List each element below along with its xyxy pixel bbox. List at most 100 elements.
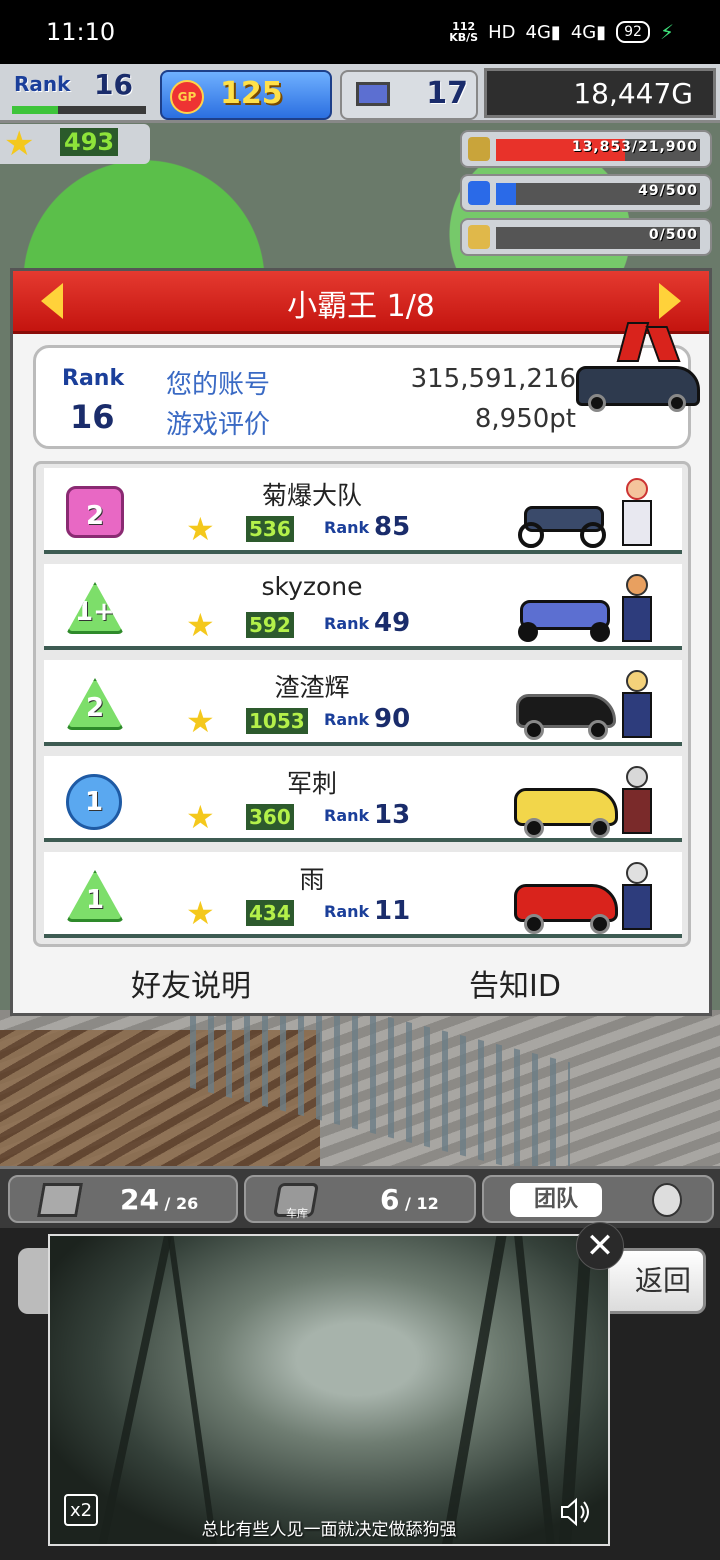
team-tab[interactable]: 团队 xyxy=(482,1175,714,1223)
friend-rank-label: Rank xyxy=(324,902,370,921)
list-item[interactable]: 1 军刺 ★ 360 Rank 13 xyxy=(44,756,682,842)
badge-icon: 1 xyxy=(66,774,122,830)
pc-value: 17 xyxy=(426,76,468,111)
building-block-icon xyxy=(37,1183,83,1217)
resource-text: 13,853/21,900 xyxy=(571,139,698,155)
star-value: 493 xyxy=(60,128,119,156)
friend-score: 360 xyxy=(246,804,294,830)
star-icon: ★ xyxy=(186,702,215,740)
own-account-card: Rank 16 您的账号 315,591,216 游戏评价 8,950pt xyxy=(33,322,700,449)
rank-label: Rank xyxy=(14,72,71,96)
friend-rank-value: 11 xyxy=(374,896,411,926)
dialog-title: 小霸王 1/8 xyxy=(287,289,435,324)
star-icon: ★ xyxy=(186,894,215,932)
friend-rank-value: 90 xyxy=(374,704,411,734)
buildings-count: 24 xyxy=(120,1183,159,1216)
buildings-tab[interactable]: 24 / 26 xyxy=(8,1175,238,1223)
friend-score: 434 xyxy=(246,900,294,926)
coin-stack-icon xyxy=(468,137,490,161)
friend-rank-label: Rank xyxy=(324,806,370,825)
video-subtitle: 总比有些人见一面就决定做舔狗强 xyxy=(201,1520,457,1540)
gp-coin-icon: GP xyxy=(170,80,204,114)
red-car-avatar-icon xyxy=(514,860,664,934)
money-display: 18,447G xyxy=(484,68,716,118)
badge-icon: 1+ xyxy=(66,582,124,634)
list-item[interactable]: 1+ skyzone ★ 592 Rank 49 xyxy=(44,564,682,650)
status-bar: 11:10 112 KB/S HD 4G▮ 4G▮ 92 ⚡ xyxy=(0,0,720,64)
friend-score: 536 xyxy=(246,516,294,542)
gp-value: 125 xyxy=(220,76,283,111)
friend-rank-label: Rank xyxy=(324,614,370,633)
garage-label: 车库 xyxy=(286,1207,308,1220)
friend-rank-label: Rank xyxy=(324,518,370,537)
rank-value: 16 xyxy=(94,68,133,101)
badge-icon: 2 xyxy=(66,486,124,538)
money-value: 18,447G xyxy=(573,77,693,110)
star-counter: ★ 493 xyxy=(0,124,150,164)
top-hud: Rank 16 GP 125 17 18,447G xyxy=(0,64,720,123)
friend-help-button[interactable]: 好友说明 xyxy=(131,961,251,1005)
friend-list-dialog: 小霸王 1/8 Rank 16 您的账号 315,591,216 游戏评价 8,… xyxy=(10,268,712,1016)
resource-bar-fuel[interactable]: 49/500 xyxy=(460,174,712,212)
star-icon: ★ xyxy=(4,124,35,164)
fuel-can-icon xyxy=(468,181,490,205)
motorcycle-avatar-icon xyxy=(514,476,664,550)
staff-face-icon xyxy=(652,1183,682,1217)
badge-icon: 2 xyxy=(66,678,124,730)
next-page-arrow-icon[interactable] xyxy=(659,283,681,319)
signal-1-icon: 4G▮ xyxy=(525,21,561,43)
friend-score: 592 xyxy=(246,612,294,638)
account-id-label: 您的账号 xyxy=(166,370,271,400)
charging-icon: ⚡ xyxy=(659,20,674,44)
network-speed: 112 KB/S xyxy=(449,20,479,44)
list-item[interactable]: 2 渣渣辉 ★ 1053 Rank 90 xyxy=(44,660,682,746)
star-icon: ★ xyxy=(186,606,215,644)
list-item[interactable]: 1 雨 ★ 434 Rank 11 xyxy=(44,852,682,938)
video-ad-player[interactable]: x2 总比有些人见一面就决定做舔狗强 xyxy=(48,1234,610,1546)
player-rank[interactable]: Rank 16 xyxy=(8,68,146,114)
friend-name: 渣渣辉 xyxy=(274,673,350,702)
star-icon: ★ xyxy=(186,798,215,836)
garage-max: 12 xyxy=(416,1194,439,1213)
close-icon[interactable]: ✕ xyxy=(576,1222,624,1270)
resource-text: 49/500 xyxy=(638,183,698,199)
hd-indicator: HD xyxy=(488,21,516,43)
resource-text: 0/500 xyxy=(648,227,698,243)
badge-icon: 1 xyxy=(66,870,124,922)
list-item[interactable]: 2 菊爆大队 ★ 536 Rank 85 xyxy=(44,468,682,554)
pc-counter[interactable]: 17 xyxy=(340,70,478,120)
garage-count: 6 xyxy=(380,1183,400,1216)
garage-tab[interactable]: 车库 6 / 12 xyxy=(244,1175,476,1223)
friend-rank-value: 85 xyxy=(374,512,411,542)
signal-2-icon: 4G▮ xyxy=(570,21,607,43)
friend-rank-label: Rank xyxy=(324,710,370,729)
friend-rank-value: 49 xyxy=(374,608,411,638)
computer-icon xyxy=(356,82,390,106)
rank-progress-bar xyxy=(12,106,146,114)
account-rank-label: Rank xyxy=(62,366,125,391)
friend-list: 2 菊爆大队 ★ 536 Rank 85 1+ skyzone ★ 592 Ra… xyxy=(33,461,691,947)
kart-avatar-icon xyxy=(514,572,664,646)
status-time: 11:10 xyxy=(46,18,116,46)
notify-id-button[interactable]: 告知ID xyxy=(469,961,561,1005)
account-rank-value: 16 xyxy=(70,398,115,436)
resource-bar-wheat[interactable]: 0/500 xyxy=(460,218,712,256)
buildings-max: 26 xyxy=(175,1194,199,1213)
friend-name: 雨 xyxy=(299,865,325,894)
team-label: 团队 xyxy=(510,1183,602,1217)
battery-icon: 92 xyxy=(616,21,650,43)
friend-name: 菊爆大队 xyxy=(261,481,362,510)
player-car-icon xyxy=(572,322,702,418)
sports-car-avatar-icon xyxy=(514,668,664,742)
rating-value: 8,950pt xyxy=(474,404,576,434)
friend-name: 军刺 xyxy=(286,769,337,798)
star-icon: ★ xyxy=(186,510,215,548)
resource-bar-coins[interactable]: 13,853/21,900 xyxy=(460,130,712,168)
wheat-icon xyxy=(468,225,490,249)
account-id-value: 315,591,216 xyxy=(410,364,576,394)
bottom-hud: 24 / 26 车库 6 / 12 团队 xyxy=(0,1166,720,1231)
friend-score: 1053 xyxy=(246,708,308,734)
friend-rank-value: 13 xyxy=(374,800,411,830)
friend-name: skyzone xyxy=(261,572,363,601)
gp-counter[interactable]: GP 125 xyxy=(160,70,332,120)
